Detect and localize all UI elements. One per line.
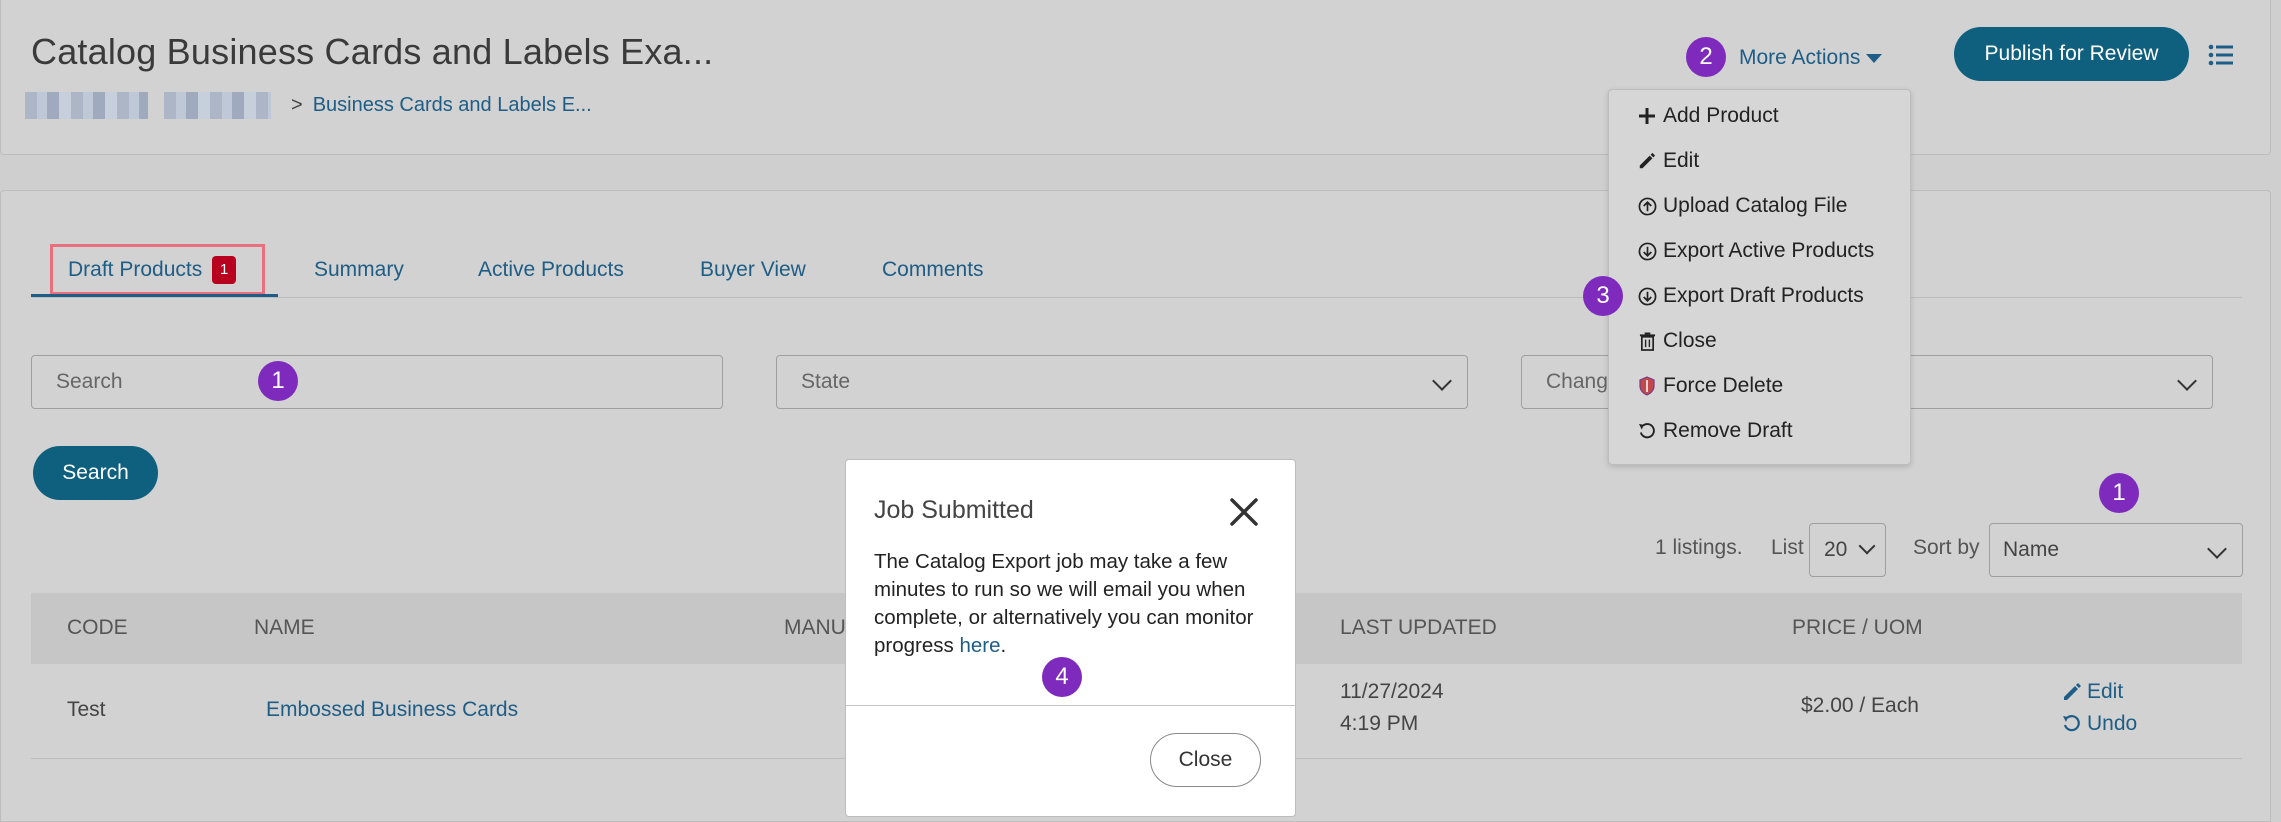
modal-divider xyxy=(846,705,1295,706)
menu-item-remove-draft[interactable]: Remove Draft xyxy=(1637,419,1793,443)
sort-by-value: Name xyxy=(2003,538,2060,561)
draft-count-badge: 1 xyxy=(212,255,237,284)
menu-item-add-product[interactable]: Add Product xyxy=(1637,104,1779,128)
modal-title: Job Submitted xyxy=(874,496,1034,524)
undo-icon xyxy=(1637,421,1657,441)
publish-for-review-button[interactable]: Publish for Review xyxy=(1954,27,2189,81)
list-size-label: List xyxy=(1771,536,1804,559)
row-undo-link[interactable]: Undo xyxy=(2062,712,2137,736)
row-undo-label: Undo xyxy=(2087,712,2138,735)
menu-item-close[interactable]: Close xyxy=(1637,329,1717,353)
menu-item-label: Export Draft Products xyxy=(1663,284,1864,307)
column-header-last-updated: LAST UPDATED xyxy=(1340,616,1497,639)
pencil-icon xyxy=(1637,151,1657,171)
row-last-updated-date: 11/27/2024 xyxy=(1340,680,1444,703)
caret-down-icon xyxy=(1866,53,1883,63)
modal-close-button[interactable]: Close xyxy=(1150,733,1261,787)
search-button[interactable]: Search xyxy=(33,446,158,500)
menu-item-export-active-products[interactable]: Export Active Products xyxy=(1637,239,1874,263)
menu-item-export-draft-products[interactable]: Export Draft Products xyxy=(1637,284,1864,308)
step-marker-1-search: 1 xyxy=(258,361,298,401)
column-header-code: CODE xyxy=(67,616,128,639)
job-submitted-modal: Job Submitted The Catalog Export job may… xyxy=(845,459,1296,817)
menu-item-label: Add Product xyxy=(1663,104,1779,127)
active-tab-underline xyxy=(31,294,278,297)
pencil-icon xyxy=(2064,683,2081,700)
column-header-price: PRICE / UOM xyxy=(1792,616,1923,639)
list-view-icon[interactable] xyxy=(2208,44,2234,66)
close-icon[interactable] xyxy=(1227,495,1261,529)
chevron-down-icon xyxy=(1432,371,1452,391)
menu-item-force-delete[interactable]: Force Delete xyxy=(1637,374,1783,398)
menu-item-label: Force Delete xyxy=(1663,374,1784,397)
modal-body-end: . xyxy=(1000,634,1007,657)
step-marker-4-here-link: 4 xyxy=(1042,657,1082,697)
header-card xyxy=(0,0,2271,155)
row-last-updated-time: 4:19 PM xyxy=(1340,712,1419,735)
tab-active-products[interactable]: Active Products xyxy=(478,258,624,282)
more-actions-menu: Add Product Edit Upload Catalog File Exp… xyxy=(1608,89,1911,465)
search-input[interactable]: Search xyxy=(31,355,723,409)
download-circle-icon xyxy=(1637,241,1657,261)
page-title: Catalog Business Cards and Labels Exa... xyxy=(31,31,714,72)
plus-icon xyxy=(1637,106,1657,126)
upload-circle-icon xyxy=(1637,196,1657,216)
menu-item-label: Export Active Products xyxy=(1663,239,1875,262)
tab-buyer-view[interactable]: Buyer View xyxy=(700,258,806,282)
row-product-name-link[interactable]: Embossed Business Cards xyxy=(266,698,518,722)
download-circle-icon xyxy=(1637,286,1657,306)
search-placeholder: Search xyxy=(56,370,123,393)
menu-item-label: Edit xyxy=(1663,149,1700,172)
row-edit-label: Edit xyxy=(2087,680,2124,703)
breadcrumb: > Business Cards and Labels E... xyxy=(25,92,592,119)
menu-item-upload-catalog-file[interactable]: Upload Catalog File xyxy=(1637,194,1847,218)
listing-count: 1 listings. xyxy=(1655,536,1743,559)
trash-icon xyxy=(1637,331,1657,351)
chevron-down-icon xyxy=(2207,539,2227,559)
state-placeholder: State xyxy=(801,370,851,393)
column-header-manufacturer: MANU xyxy=(784,616,846,639)
menu-item-label: Remove Draft xyxy=(1663,419,1793,442)
chevron-down-icon xyxy=(1858,537,1876,555)
row-code: Test xyxy=(67,698,106,721)
modal-body: The Catalog Export job may take a few mi… xyxy=(874,548,1274,660)
modal-body-text: The Catalog Export job may take a few mi… xyxy=(874,550,1254,657)
step-marker-3-export-draft: 3 xyxy=(1583,276,1623,316)
column-header-name: NAME xyxy=(254,616,315,639)
row-edit-link[interactable]: Edit xyxy=(2062,680,2123,704)
menu-item-label: Close xyxy=(1663,329,1717,352)
monitor-progress-link[interactable]: here xyxy=(959,634,1000,657)
sort-by-select[interactable]: Name xyxy=(1989,523,2243,577)
tab-summary[interactable]: Summary xyxy=(314,258,404,282)
list-size-select[interactable]: 20 xyxy=(1809,523,1886,577)
step-marker-1-sort: 1 xyxy=(2099,473,2139,513)
undo-icon xyxy=(2063,715,2080,732)
list-size-value: 20 xyxy=(1824,538,1848,561)
shield-icon xyxy=(1637,376,1657,396)
menu-item-label: Upload Catalog File xyxy=(1663,194,1848,217)
change-placeholder: Chang xyxy=(1546,370,1608,393)
chevron-down-icon xyxy=(2177,371,2197,391)
tab-comments[interactable]: Comments xyxy=(882,258,984,282)
redacted-breadcrumb-1 xyxy=(25,92,148,119)
breadcrumb-current-link[interactable]: Business Cards and Labels E... xyxy=(313,94,592,117)
tab-draft-products[interactable]: Draft Products 1 xyxy=(50,244,265,295)
more-actions-button[interactable]: More Actions xyxy=(1739,46,1883,70)
breadcrumb-separator: > xyxy=(291,94,303,116)
state-select[interactable]: State xyxy=(776,355,1468,409)
menu-item-edit[interactable]: Edit xyxy=(1637,149,1699,173)
step-marker-2-more-actions: 2 xyxy=(1686,37,1726,77)
more-actions-label: More Actions xyxy=(1739,46,1861,69)
redacted-breadcrumb-2 xyxy=(164,92,271,119)
sort-by-label: Sort by xyxy=(1913,536,1980,559)
row-price: $2.00 / Each xyxy=(1801,694,1919,717)
tab-draft-products-label: Draft Products xyxy=(68,257,203,281)
